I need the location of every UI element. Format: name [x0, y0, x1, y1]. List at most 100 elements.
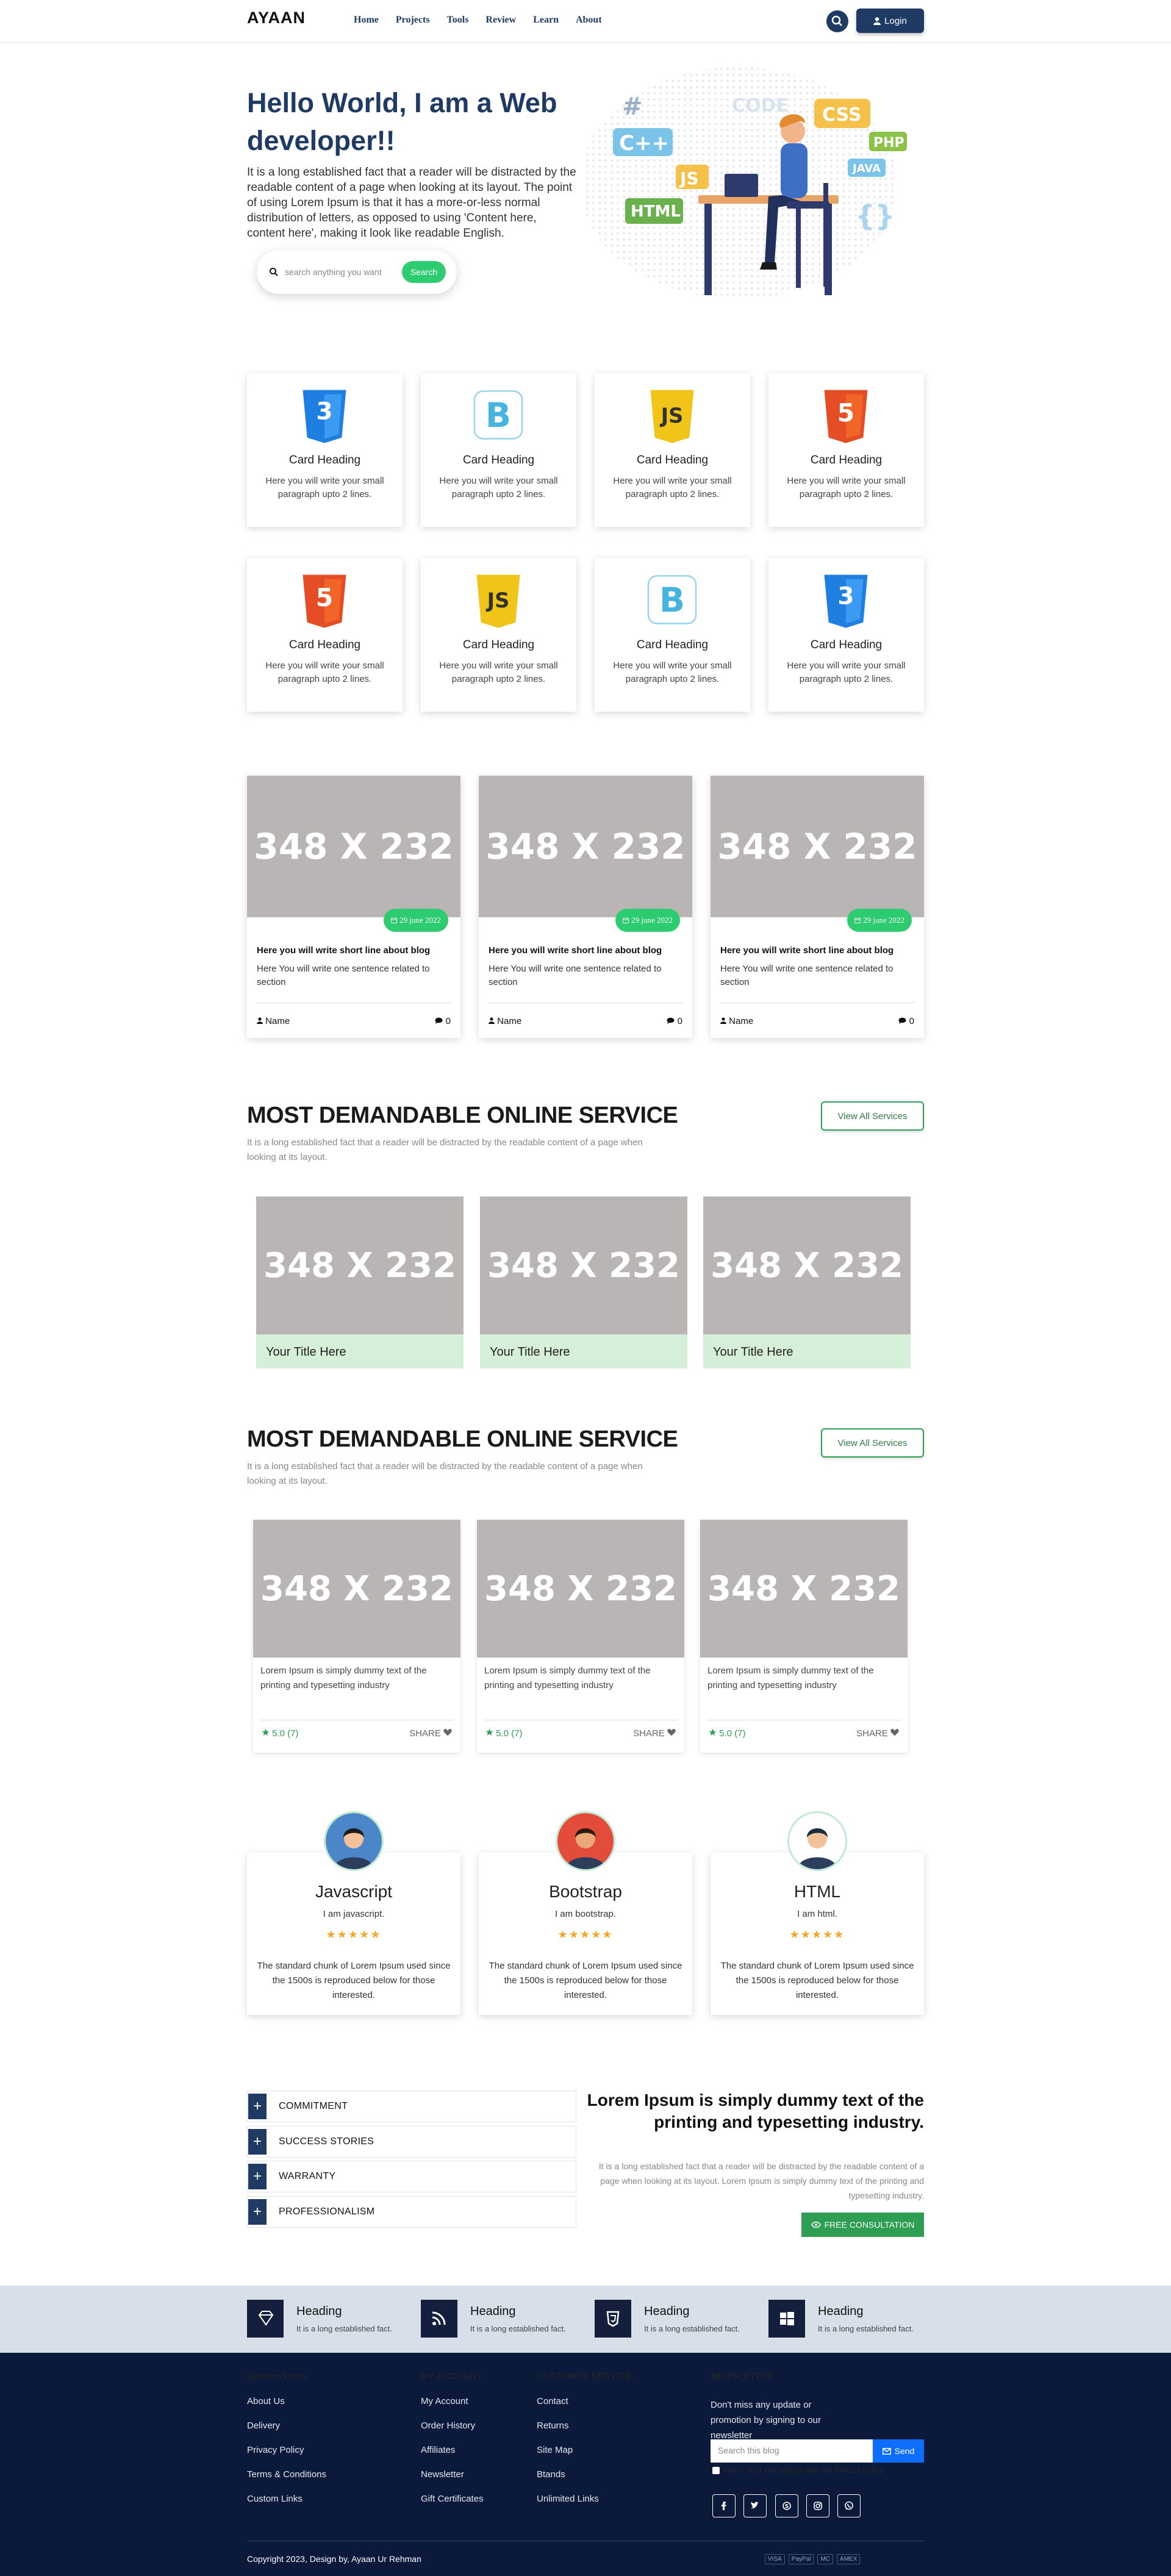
- social-facebook-link[interactable]: [712, 2494, 736, 2517]
- service-image-placeholder: 348 X 232: [700, 1520, 908, 1658]
- navbar: AYAAN Home Projects Tools Review Learn A…: [0, 0, 1171, 43]
- profile-name: Bootstrap: [549, 1882, 622, 1901]
- footer-link-gift-certificates[interactable]: Gift Certificates: [421, 2494, 484, 2518]
- plus-icon[interactable]: +: [248, 2094, 267, 2119]
- feature-heading: Heading: [644, 2305, 690, 2318]
- nav-review[interactable]: Review: [485, 15, 516, 26]
- blog-card[interactable]: 348 X 232 29 june 2022 Here you will write…: [711, 776, 924, 1038]
- service-card[interactable]: 348 X 232 Your Title Here: [480, 1197, 687, 1368]
- accordion-item[interactable]: + PROFESSIONALISM: [247, 2196, 576, 2228]
- nav-about[interactable]: About: [576, 15, 602, 26]
- card-heading: Card Heading: [288, 454, 361, 467]
- free-consultation-button[interactable]: FREE CONSULTATION: [801, 2213, 924, 2237]
- blog-comment-count: 0: [909, 1016, 914, 1026]
- accordion-item[interactable]: + COMMITMENT: [247, 2091, 576, 2122]
- icon-card[interactable]: B Card Heading Here you will write your sm…: [421, 373, 576, 527]
- footer-link-terms[interactable]: Terms & Conditions: [247, 2469, 326, 2494]
- footer-link-returns[interactable]: Returns: [537, 2420, 631, 2445]
- footer-link-delivery[interactable]: Delivery: [247, 2420, 326, 2445]
- service-product-card[interactable]: 348 X 232 Lorem Ipsum is simply dummy tex…: [700, 1520, 908, 1753]
- social-instagram-link[interactable]: [806, 2494, 829, 2517]
- blog-author[interactable]: Name: [489, 1016, 521, 1026]
- comment-icon: [667, 1017, 675, 1024]
- shield-icon: [606, 2311, 619, 2327]
- social-skype-link[interactable]: S: [775, 2494, 798, 2517]
- blog-comments[interactable]: 0: [667, 1016, 682, 1026]
- hero-search-button[interactable]: Search: [402, 261, 446, 283]
- plus-icon[interactable]: +: [248, 2164, 267, 2189]
- card-text: Here you will write your small paragraph…: [265, 660, 384, 684]
- blog-author[interactable]: Name: [720, 1016, 753, 1026]
- blog-title[interactable]: Here you will write short line about blo…: [720, 945, 893, 956]
- view-all-services-button-2[interactable]: View All Services: [821, 1428, 924, 1458]
- service-card[interactable]: 348 X 232 Your Title Here: [703, 1197, 911, 1368]
- blog-card[interactable]: 348 X 232 29 june 2022 Here you will write…: [479, 776, 692, 1038]
- plus-icon[interactable]: +: [248, 2129, 267, 2155]
- feature-strip: [0, 2286, 1171, 2353]
- share-button[interactable]: SHARE: [633, 1728, 676, 1739]
- accordion-item[interactable]: + SUCCESS STORIES: [247, 2126, 576, 2158]
- blog-date: 29 june 2022: [863, 915, 904, 925]
- footer-link-contact[interactable]: Contact: [537, 2396, 631, 2420]
- profile-name: Javascript: [315, 1882, 393, 1901]
- social-twitter-link[interactable]: [743, 2494, 767, 2517]
- icon-card[interactable]: 3 Card Heading Here you will write your sm…: [768, 558, 924, 712]
- footer-link-affiliates[interactable]: Affiliates: [421, 2445, 484, 2469]
- nav-tools[interactable]: Tools: [447, 15, 469, 26]
- service-image-placeholder: 348 X 232: [480, 1197, 687, 1334]
- footer-link-brands[interactable]: Btands: [537, 2469, 631, 2494]
- hero-search-box: search anything you want Search: [257, 250, 457, 294]
- service-description: Lorem Ipsum is simply dummy text of the …: [484, 1665, 651, 1690]
- icon-card[interactable]: JS Card Heading Here you will write your s…: [421, 558, 576, 712]
- newsletter-send-button[interactable]: Send: [873, 2439, 924, 2463]
- footer-link-site-map[interactable]: Site Map: [537, 2445, 631, 2469]
- newsletter-email-input[interactable]: Search this blog: [711, 2439, 873, 2463]
- blog-comments[interactable]: 0: [898, 1016, 914, 1026]
- feature-icon-box: [768, 2300, 805, 2338]
- accordion-label: WARRANTY: [279, 2171, 336, 2181]
- hero-search-input[interactable]: search anything you want: [285, 267, 402, 277]
- nav-learn[interactable]: Learn: [533, 15, 559, 26]
- service-card[interactable]: 348 X 232 Your Title Here: [256, 1197, 464, 1368]
- footer-link-about-us[interactable]: About Us: [247, 2396, 326, 2420]
- nav-projects[interactable]: Projects: [396, 15, 430, 26]
- icon-card[interactable]: 5 Card Heading Here you will write your sm…: [768, 373, 924, 527]
- blog-title[interactable]: Here you will write short line about blo…: [489, 945, 662, 956]
- icon-card[interactable]: 5 Card Heading Here you will write your sm…: [247, 558, 403, 712]
- brand-logo[interactable]: AYAAN: [247, 9, 306, 27]
- nav-home[interactable]: Home: [354, 15, 379, 26]
- footer-link-privacy-policy[interactable]: Privacy Policy: [247, 2445, 326, 2469]
- blog-comments[interactable]: 0: [435, 1016, 451, 1026]
- profile-card[interactable]: Javascript I am javascript. ★★★★★ The stand…: [247, 1853, 460, 2015]
- icon-card[interactable]: JS Card Heading Here you will write your s…: [595, 373, 750, 527]
- accordion-item[interactable]: + WARRANTY: [247, 2161, 576, 2192]
- card-heading: Card Heading: [636, 639, 709, 651]
- footer-col-customer-service: CUSTOMER SERVICE Contact Returns Site Ma…: [537, 2371, 631, 2518]
- share-button[interactable]: SHARE: [856, 1728, 899, 1739]
- share-button[interactable]: SHARE: [409, 1728, 452, 1739]
- blog-card[interactable]: 348 X 232 29 june 2022 Here you will write…: [247, 776, 460, 1038]
- blog-date-badge: 29 june 2022: [384, 909, 448, 932]
- service-product-card[interactable]: 348 X 232 Lorem Ipsum is simply dummy tex…: [477, 1520, 684, 1753]
- footer-link-order-history[interactable]: Order History: [421, 2420, 484, 2445]
- footer-link-unlimited-links[interactable]: Unlimited Links: [537, 2494, 631, 2518]
- instagram-icon: [814, 2502, 822, 2510]
- svg-text:5: 5: [316, 583, 333, 612]
- blog-title[interactable]: Here you will write short line about blo…: [257, 945, 430, 956]
- footer-link-newsletter[interactable]: Newsletter: [421, 2469, 484, 2494]
- icon-card[interactable]: B Card Heading Here you will write your sm…: [595, 558, 750, 712]
- social-whatsapp-link[interactable]: [837, 2494, 861, 2517]
- profile-card[interactable]: Bootstrap I am bootstrap. ★★★★★ The standar…: [479, 1853, 692, 2015]
- view-all-services-button[interactable]: View All Services: [821, 1101, 924, 1131]
- search-button[interactable]: [826, 10, 848, 32]
- service-product-card[interactable]: 348 X 232 Lorem Ipsum is simply dummy tex…: [253, 1520, 460, 1753]
- plus-icon[interactable]: +: [248, 2199, 267, 2225]
- card-text: Here you will write your small paragraph…: [439, 660, 558, 684]
- footer-link-custom-links[interactable]: Custom Links: [247, 2494, 326, 2518]
- agree-checkbox[interactable]: [712, 2467, 720, 2474]
- icon-card[interactable]: 3 Card Heading Here you will write your sm…: [247, 373, 403, 527]
- footer-link-my-account[interactable]: My Account: [421, 2396, 484, 2420]
- login-button[interactable]: Login: [856, 9, 924, 33]
- blog-author[interactable]: Name: [257, 1016, 290, 1026]
- profile-card[interactable]: HTML I am html. ★★★★★ The standard chunk of…: [711, 1853, 924, 2015]
